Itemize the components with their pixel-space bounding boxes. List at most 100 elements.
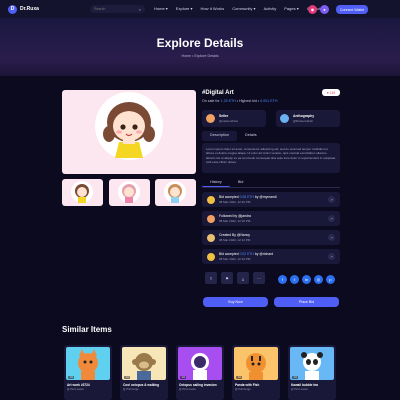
similar-items-title: Similar Items [62, 325, 112, 334]
history-action: Bid accepted [219, 252, 239, 256]
history-user: by @richard [254, 252, 274, 256]
highest-bid-value: 0.001 ETH [260, 99, 278, 103]
thumbnail-2[interactable] [109, 179, 150, 206]
history-amount: 0.02 ETH [239, 252, 254, 256]
avatar [207, 195, 215, 204]
history-action: Followed by [219, 214, 238, 218]
external-link-icon[interactable]: ↗ [328, 234, 335, 241]
avatar [207, 252, 215, 261]
like-button[interactable]: ♥ 145 [322, 89, 340, 96]
avatar [207, 214, 215, 223]
similar-item-image: 1/1 [66, 347, 110, 380]
breadcrumb-home[interactable]: Home [181, 54, 191, 58]
seller-name: @nelsonshaw [219, 119, 238, 123]
logo-text: Dr.Ruxa [20, 6, 39, 12]
main-menu: Home ▾ Explore ▾ How It Works Community … [154, 6, 321, 11]
similar-item-author: @ Poll Gorge [235, 388, 251, 391]
similar-item-author: @ Pinto Laura [291, 388, 308, 391]
user-avatar-icon[interactable]: ● [320, 5, 329, 14]
sale-price: 1.25 ETH [220, 99, 236, 103]
instagram-icon[interactable]: ◎ [314, 275, 323, 284]
creator-role: Anthography [293, 114, 315, 118]
history-user: @jandra [238, 214, 251, 218]
page-title: Explore Details [156, 36, 244, 50]
highest-bid-label: • Highest bid • [236, 99, 260, 103]
external-link-icon[interactable]: ↗ [328, 253, 335, 260]
similar-item-image: 1/1 [178, 347, 222, 380]
edition-badge: 1/1 [292, 376, 299, 379]
edition-badge: 1/1 [124, 376, 131, 379]
history-action: Created By [219, 233, 236, 237]
seller-card[interactable]: Seller @nelsonshaw [202, 110, 266, 127]
download-icon[interactable]: ⤓ [237, 272, 249, 284]
sale-info: On sale for 1.25 ETH • Highest bid • 0.0… [202, 99, 277, 103]
history-action: Bid accepted [219, 195, 239, 199]
edition-badge: 1/1 [180, 376, 187, 379]
tab-details[interactable]: Details [237, 131, 265, 141]
menu-pages[interactable]: Pages ▾ [284, 6, 298, 11]
logo-icon: D [8, 4, 17, 14]
menu-how-it-works[interactable]: How It Works [200, 6, 224, 11]
share-icon[interactable]: ⇪ [205, 272, 217, 284]
page-hero: Explore Details Home • Explore Details [0, 18, 400, 76]
creator-card[interactable]: Anthography @RebeccaFeb [276, 110, 340, 127]
seller-role: Seller [219, 114, 229, 118]
similar-item-author: @ Pinto Laura [67, 388, 84, 391]
history-row[interactable]: Bid accepted 0.08 ETH by @mymandi 08 Mar… [202, 192, 340, 207]
similar-item-image: 1/1 [290, 347, 334, 380]
thumbnail-1[interactable] [62, 179, 103, 206]
history-amount: 0.08 ETH [239, 195, 254, 199]
external-link-icon[interactable]: ↗ [328, 196, 335, 203]
similar-item-card[interactable]: 1/1 Panda with Fish @ Poll Gorge [232, 345, 280, 400]
tab-description[interactable]: Description [202, 131, 237, 141]
similar-item-image: 1/1 [122, 347, 166, 380]
thumbnail-3-illustration [164, 181, 186, 203]
description-text: Lorem ipsum dolor sit amet, consectetur … [202, 143, 340, 173]
breadcrumb: Home • Explore Details [0, 54, 400, 58]
similar-item-author: @ Poll Gorge [123, 388, 139, 391]
thumbnail-3[interactable] [155, 179, 196, 206]
search-icon[interactable]: ⌕ [139, 7, 141, 12]
similar-item-author: @ Pinto Laura [179, 388, 196, 391]
logo[interactable]: D Dr.Ruxa [8, 4, 39, 14]
info-tabs: Description Details [202, 131, 340, 141]
place-bid-button[interactable]: Place Bid [274, 297, 339, 307]
similar-item-image: 1/1 [234, 347, 278, 380]
history-time: 08 Mar 2022, 12:20 PM [219, 200, 251, 204]
breadcrumb-current: Explore Details [194, 54, 219, 58]
item-main-image [62, 90, 196, 174]
more-icon[interactable]: ⋯ [253, 272, 265, 284]
twitter-icon[interactable]: t [290, 275, 299, 284]
history-user: by @mymandi [254, 195, 277, 199]
similar-item-card[interactable]: 1/1 Art work #3724 @ Pinto Laura [64, 345, 112, 400]
on-sale-label: On sale for [202, 99, 220, 103]
history-user: @Nancy [236, 233, 250, 237]
notification-icon[interactable]: ◉ [308, 5, 317, 14]
external-link-icon[interactable]: ↗ [328, 215, 335, 222]
thumbnail-2-illustration [118, 181, 140, 203]
tab-history[interactable]: History [202, 178, 230, 187]
facebook-icon[interactable]: f [278, 275, 287, 284]
menu-community[interactable]: Community ▾ [232, 6, 255, 11]
history-row[interactable]: Bid accepted 0.02 ETH by @richard 08 Mar… [202, 249, 340, 264]
linkedin-icon[interactable]: in [302, 275, 311, 284]
similar-item-card[interactable]: 1/1 Kawaii bubble tea @ Pinto Laura [288, 345, 336, 400]
buy-now-button[interactable]: Buy Now [203, 297, 268, 307]
history-row[interactable]: Created By @Nancy 08 Mar 2022, 12:12 PM … [202, 230, 340, 245]
edition-badge: 1/1 [68, 376, 75, 379]
tab-bid[interactable]: Bid [230, 178, 252, 187]
report-icon[interactable]: ⚑ [221, 272, 233, 284]
history-row[interactable]: Followed by @jandra 08 Mar 2022, 12:15 P… [202, 211, 340, 226]
similar-item-card[interactable]: 1/1 Cool octopus & walking @ Poll Gorge [120, 345, 168, 400]
history-time: 08 Mar 2022, 12:12 PM [219, 238, 251, 242]
menu-home[interactable]: Home ▾ [154, 6, 168, 11]
thumbnail-1-illustration [71, 181, 93, 203]
menu-activity[interactable]: Activity [264, 6, 277, 11]
menu-explore[interactable]: Explore ▾ [176, 6, 193, 11]
avatar [207, 233, 215, 242]
edition-badge: 1/1 [236, 376, 243, 379]
search-input[interactable] [94, 7, 134, 11]
pinterest-icon[interactable]: p [326, 275, 335, 284]
connect-wallet-button[interactable]: Connect Wallet [336, 5, 368, 14]
similar-item-card[interactable]: 1/1 Octopus sailing invasion @ Pinto Lau… [176, 345, 224, 400]
